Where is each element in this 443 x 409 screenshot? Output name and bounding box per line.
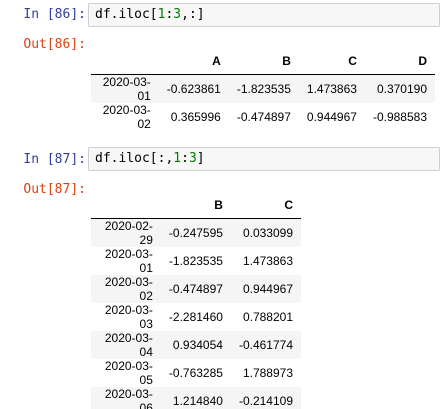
- table-row: 2020-03-06 1.214840 -0.214109: [91, 386, 301, 409]
- code-object: df.iloc: [95, 151, 150, 166]
- row-index-label: 2020-03-06: [104, 386, 153, 409]
- code-number: 3: [173, 7, 182, 22]
- output-prompt-86: Out[86]:: [23, 37, 86, 52]
- row-index-label: 2020-03-04: [104, 330, 153, 359]
- table-cell: -1.823535: [236, 81, 291, 96]
- table-cell: 0.365996: [170, 109, 221, 124]
- table-row: 2020-03-04 0.934054 -0.461774: [91, 330, 301, 359]
- table-row: 2020-03-01 -1.823535 1.473863: [91, 246, 301, 275]
- table-cell: 0.944967: [242, 281, 293, 296]
- code-bracket: ]: [196, 7, 205, 22]
- code-bracket: [: [149, 7, 158, 22]
- row-index-label: 2020-03-02: [102, 102, 151, 131]
- row-index-label: 2020-03-01: [102, 74, 151, 103]
- column-header: C: [284, 197, 293, 212]
- dataframe-table-87: B C 2020-02-29 -0.247595 0.033099 2020-03-01-…: [91, 192, 301, 409]
- column-header: C: [348, 53, 357, 68]
- table-row: 2020-03-02 0.365996 -0.474897 0.944967 -0.98…: [91, 102, 435, 131]
- table-cell: -0.247595: [168, 225, 223, 240]
- table-cell: -0.214109: [238, 393, 293, 408]
- index-header: [91, 192, 161, 218]
- code-number: 3: [188, 151, 197, 166]
- table-row: 2020-03-05 -0.763285 1.788973: [91, 358, 301, 387]
- code-colon: :: [188, 7, 197, 22]
- table-cell: -0.474897: [168, 281, 223, 296]
- row-index-label: 2020-02-29: [104, 218, 153, 247]
- table-row: 2020-03-02 -0.474897 0.944967: [91, 274, 301, 303]
- row-index-label: 2020-03-01: [104, 246, 153, 275]
- table-cell: 0.033099: [242, 225, 293, 240]
- column-header: A: [212, 53, 221, 68]
- column-header: D: [418, 53, 427, 68]
- output-prompt-87: Out[87]:: [23, 182, 86, 197]
- code-bracket: ]: [196, 151, 205, 166]
- table-cell: -1.823535: [168, 253, 223, 268]
- table-cell: 0.934054: [172, 337, 223, 352]
- table-cell: -0.461774: [238, 337, 293, 352]
- table-cell: 1.473863: [242, 253, 293, 268]
- table-cell: 1.788973: [242, 365, 293, 380]
- table-cell: -0.474897: [236, 109, 291, 124]
- column-header: B: [282, 53, 291, 68]
- dataframe-table-86: A B C D 2020-03-01 -0.623861 -1.823535 1.473863…: [91, 48, 435, 131]
- table-cell: 1.473863: [306, 81, 357, 96]
- code-colon: :: [181, 151, 189, 166]
- code-number: 1: [173, 151, 182, 166]
- code-comma: ,: [181, 7, 189, 22]
- input-prompt-87: In [87]:: [23, 152, 86, 167]
- code-input-87[interactable]: df.iloc[:,1:3]: [88, 147, 440, 171]
- table-cell: -2.281460: [168, 309, 223, 324]
- table-cell: 0.788201: [242, 309, 293, 324]
- table-cell: -0.763285: [168, 365, 223, 380]
- table-header-row: A B C D: [91, 48, 435, 74]
- table-header-row: BC: [91, 192, 301, 218]
- table-row: 2020-02-29 -0.247595 0.033099: [91, 218, 301, 247]
- column-header: B: [214, 197, 223, 212]
- row-index-label: 2020-03-02: [104, 274, 153, 303]
- row-index-label: 2020-03-05: [104, 358, 153, 387]
- table-cell: -0.988583: [372, 109, 427, 124]
- code-bracket: [: [149, 151, 158, 166]
- table-cell: 0.944967: [306, 109, 357, 124]
- table-cell: 1.214840: [172, 393, 223, 408]
- table-cell: -0.623861: [166, 81, 221, 96]
- code-input-86[interactable]: df.iloc[1:3,:]: [88, 3, 440, 27]
- input-prompt-86: In [86]:: [23, 7, 86, 22]
- table-cell: 0.370190: [376, 81, 427, 96]
- row-index-label: 2020-03-03: [104, 302, 153, 331]
- table-row: 2020-03-03 -2.281460 0.788201: [91, 302, 301, 331]
- code-object: df.iloc: [95, 7, 150, 22]
- table-row: 2020-03-01 -0.623861 -1.823535 1.473863 0.37…: [91, 74, 435, 103]
- index-header: [91, 48, 159, 74]
